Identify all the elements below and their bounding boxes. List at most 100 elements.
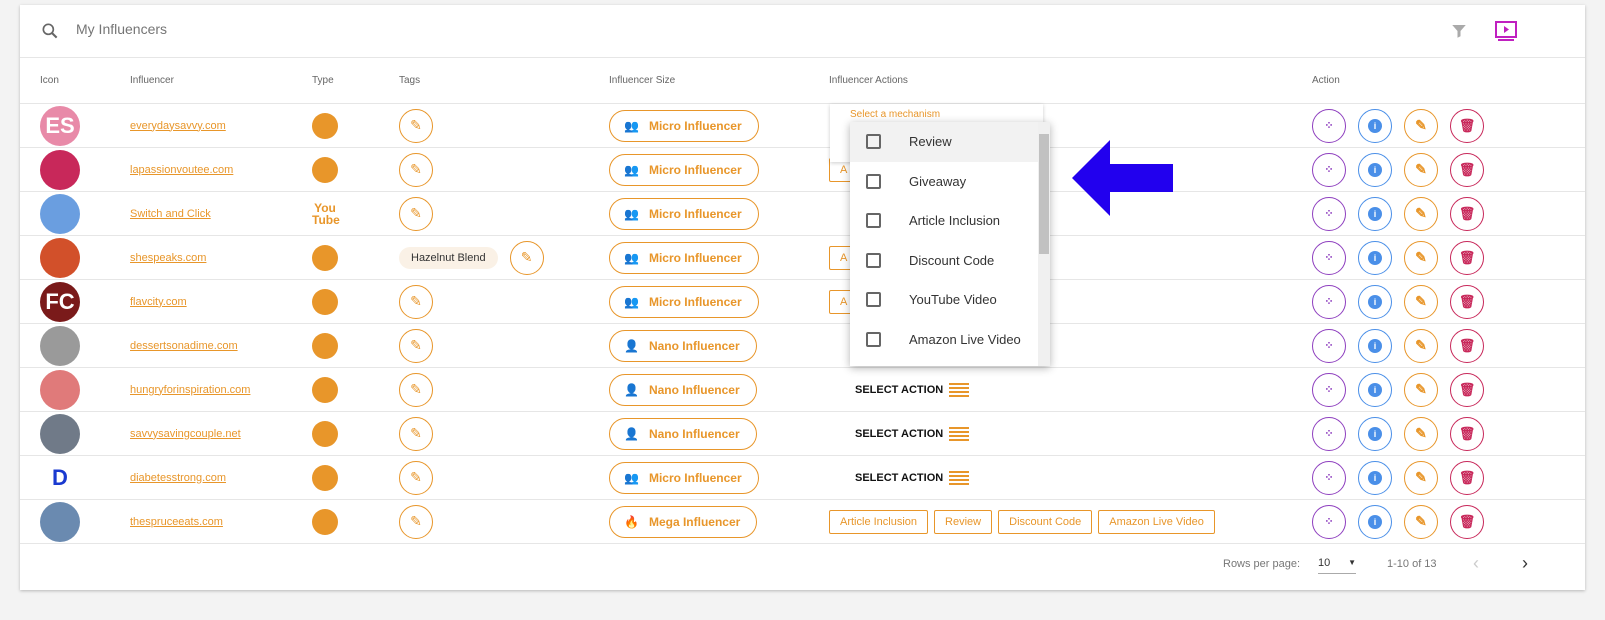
next-page-icon[interactable]: › xyxy=(1522,553,1528,574)
bubbles-button[interactable]: ⁘ xyxy=(1312,372,1346,407)
edit-tags-button[interactable]: ✎ xyxy=(399,328,433,363)
delete-button[interactable]: 🗑 xyxy=(1450,416,1484,451)
influencer-size-badge[interactable]: 👤 Nano Influencer xyxy=(609,417,757,450)
influencer-size-badge[interactable]: 👤 Nano Influencer xyxy=(609,373,757,406)
influencer-link[interactable]: lapassionvoutee.com xyxy=(130,164,233,176)
influencer-size-badge[interactable]: 👥 Micro Influencer xyxy=(609,109,759,142)
info-button[interactable]: i xyxy=(1358,108,1392,143)
checkbox[interactable] xyxy=(866,252,881,268)
influencer-link[interactable]: everydaysavvy.com xyxy=(130,120,226,132)
influencer-link[interactable]: hungryforinspiration.com xyxy=(130,384,250,396)
edit-tags-button[interactable]: ✎ xyxy=(509,240,544,275)
info-button[interactable]: i xyxy=(1358,284,1392,319)
bubbles-button[interactable]: ⁘ xyxy=(1312,328,1346,363)
info-button[interactable]: i xyxy=(1358,240,1392,275)
influencer-size-badge[interactable]: 👥 Micro Influencer xyxy=(609,197,759,230)
arrow-left-icon xyxy=(1072,140,1173,216)
info-button[interactable]: i xyxy=(1358,504,1392,539)
edit-tags-button[interactable]: ✎ xyxy=(399,196,433,231)
edit-button[interactable]: ✎ xyxy=(1404,372,1438,407)
influencer-size-badge[interactable]: 👥 Micro Influencer xyxy=(609,241,759,274)
bubbles-button[interactable]: ⁘ xyxy=(1312,152,1346,187)
action-chip[interactable]: Article Inclusion xyxy=(829,509,929,534)
edit-button[interactable]: ✎ xyxy=(1404,284,1438,319)
tag-chip[interactable]: Hazelnut Blend xyxy=(399,246,498,269)
checkbox[interactable] xyxy=(866,292,881,308)
influencer-link[interactable]: Switch and Click xyxy=(130,208,211,220)
checkbox[interactable] xyxy=(866,134,881,150)
info-button[interactable]: i xyxy=(1358,196,1392,231)
action-chip[interactable]: Discount Code xyxy=(998,509,1093,534)
bubbles-button[interactable]: ⁘ xyxy=(1312,416,1346,451)
influencer-size-badge[interactable]: 👥 Micro Influencer xyxy=(609,285,759,318)
influencer-size-badge[interactable]: 👥 Micro Influencer xyxy=(609,461,759,494)
action-chip[interactable]: Review xyxy=(934,509,993,534)
edit-button[interactable]: ✎ xyxy=(1404,460,1438,495)
delete-button[interactable]: 🗑 xyxy=(1450,328,1484,363)
delete-button[interactable]: 🗑 xyxy=(1450,108,1484,143)
bubbles-button[interactable]: ⁘ xyxy=(1312,240,1346,275)
info-button[interactable]: i xyxy=(1358,416,1392,451)
edit-button[interactable]: ✎ xyxy=(1404,152,1438,187)
prev-page-icon[interactable]: ‹ xyxy=(1473,553,1479,574)
info-button[interactable]: i xyxy=(1358,372,1392,407)
select-action-button[interactable]: SELECT ACTION xyxy=(855,470,970,485)
mechanism-option[interactable]: Amazon Live Video xyxy=(850,320,1038,360)
edit-tags-button[interactable]: ✎ xyxy=(399,108,433,143)
select-action-button[interactable]: SELECT ACTION xyxy=(855,382,970,397)
influencer-link[interactable]: thespruceeats.com xyxy=(130,516,223,528)
edit-button[interactable]: ✎ xyxy=(1404,328,1438,363)
edit-tags-button[interactable]: ✎ xyxy=(399,284,433,319)
bubbles-button[interactable]: ⁘ xyxy=(1312,460,1346,495)
edit-tags-button[interactable]: ✎ xyxy=(399,460,433,495)
bubbles-button[interactable]: ⁘ xyxy=(1312,108,1346,143)
bubbles-button[interactable]: ⁘ xyxy=(1312,504,1346,539)
edit-button[interactable]: ✎ xyxy=(1404,416,1438,451)
bubbles-button[interactable]: ⁘ xyxy=(1312,284,1346,319)
slideshow-icon[interactable] xyxy=(1494,20,1518,42)
influencer-link[interactable]: diabetesstrong.com xyxy=(130,472,226,484)
edit-button[interactable]: ✎ xyxy=(1404,196,1438,231)
rows-per-page-select[interactable]: 10 ▼ xyxy=(1318,552,1356,574)
delete-button[interactable]: 🗑 xyxy=(1450,284,1484,319)
influencer-size-badge[interactable]: 👥 Micro Influencer xyxy=(609,153,759,186)
scrollbar-thumb[interactable] xyxy=(1039,134,1049,254)
edit-tags-button[interactable]: ✎ xyxy=(399,372,433,407)
info-button[interactable]: i xyxy=(1358,328,1392,363)
influencer-link[interactable]: dessertsonadime.com xyxy=(130,340,238,352)
delete-button[interactable]: 🗑 xyxy=(1450,240,1484,275)
mechanism-option[interactable]: YouTube Video xyxy=(850,280,1038,320)
action-chip[interactable]: Amazon Live Video xyxy=(1098,509,1215,534)
edit-button[interactable]: ✎ xyxy=(1404,504,1438,539)
mechanism-option[interactable]: Review xyxy=(850,122,1038,162)
influencer-size-badge[interactable]: 🔥 Mega Influencer xyxy=(609,505,758,538)
info-button[interactable]: i xyxy=(1358,460,1392,495)
delete-button[interactable]: 🗑 xyxy=(1450,152,1484,187)
menu-scrollbar[interactable] xyxy=(1038,122,1050,366)
delete-button[interactable]: 🗑 xyxy=(1450,460,1484,495)
mechanism-option[interactable]: Article Inclusion xyxy=(850,201,1038,241)
checkbox[interactable] xyxy=(866,331,881,347)
edit-tags-button[interactable]: ✎ xyxy=(399,416,433,451)
select-action-button[interactable]: SELECT ACTION xyxy=(855,426,970,441)
checkbox[interactable] xyxy=(866,173,881,189)
mechanism-option[interactable]: Discount Code xyxy=(850,241,1038,281)
delete-button[interactable]: 🗑 xyxy=(1450,196,1484,231)
edit-button[interactable]: ✎ xyxy=(1404,108,1438,143)
influencer-size-badge[interactable]: 👤 Nano Influencer xyxy=(609,329,757,362)
mechanism-option[interactable]: Giveaway xyxy=(850,162,1038,202)
checkbox[interactable] xyxy=(866,213,881,229)
edit-tags-button[interactable]: ✎ xyxy=(399,152,433,187)
search-icon[interactable] xyxy=(40,21,60,41)
filter-icon[interactable] xyxy=(1450,22,1468,40)
influencer-link[interactable]: savvysavingcouple.net xyxy=(130,428,241,440)
bubbles-button[interactable]: ⁘ xyxy=(1312,196,1346,231)
influencer-link[interactable]: flavcity.com xyxy=(130,296,187,308)
delete-button[interactable]: 🗑 xyxy=(1450,372,1484,407)
search-input[interactable] xyxy=(76,21,476,37)
influencer-link[interactable]: shespeaks.com xyxy=(130,252,206,264)
info-button[interactable]: i xyxy=(1358,152,1392,187)
edit-button[interactable]: ✎ xyxy=(1404,240,1438,275)
edit-tags-button[interactable]: ✎ xyxy=(399,504,433,539)
delete-button[interactable]: 🗑 xyxy=(1450,504,1484,539)
